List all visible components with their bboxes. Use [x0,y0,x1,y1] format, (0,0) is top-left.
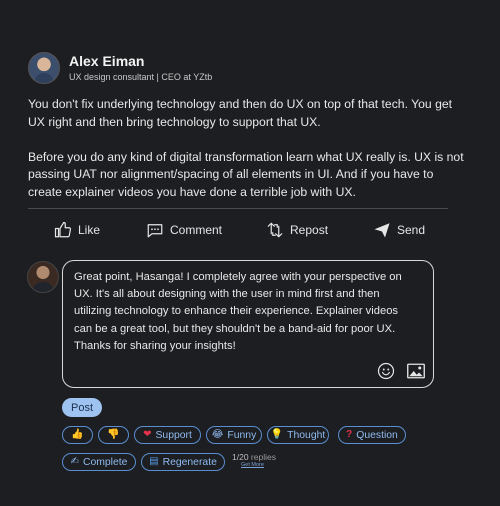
post-header: Alex Eiman UX design consultant | CEO at… [28,52,212,84]
replies-count: 1/20 [232,452,249,462]
writing-hand-icon: ✍ [70,456,79,467]
author-title: UX design consultant | CEO at YZtb [69,72,213,82]
post-button[interactable]: Post [62,398,102,417]
question-icon: ? [346,429,353,440]
user-avatar[interactable] [27,261,59,293]
thumbs-up-chip[interactable]: 👍 [62,426,93,444]
comment-label: Comment [170,223,223,237]
complete-chip[interactable]: ✍ Complete [62,453,136,471]
reply-textarea[interactable]: Great point, Hasanga! I completely agree… [62,260,434,388]
funny-label: Funny [227,429,257,441]
get-more-link[interactable]: Get More [241,462,264,468]
send-label: Send [397,223,426,237]
emoji-icon[interactable] [377,362,395,380]
thought-chip[interactable]: 💡 Thought [267,426,329,444]
post-actions: Like Comment Repost Send [28,216,448,244]
image-icon[interactable] [407,363,425,379]
thumbs-down-chip[interactable]: 👎 [98,426,129,444]
comment-button[interactable]: Comment [146,216,222,244]
replies-counter: 1/20 replies [232,452,276,462]
like-button[interactable]: Like [54,216,100,244]
like-label: Like [78,223,101,237]
repost-label: Repost [290,223,329,237]
send-icon [374,223,390,238]
thumbs-up-icon [54,221,72,238]
comment-icon [147,224,163,238]
repost-button[interactable]: Repost [266,216,328,244]
regenerate-icon: ▤ [149,456,159,467]
replies-label: replies [250,452,276,462]
author-name[interactable]: Alex Eiman [69,53,212,70]
author-avatar[interactable] [28,52,60,84]
thought-label: Thought [287,429,326,441]
post-paragraph: Before you do any kind of digital transf… [28,149,464,199]
lightbulb-icon: 💡 [270,429,284,440]
heart-icon: ❤ [143,429,152,440]
post-paragraph: You don't fix underlying technology and … [28,97,453,129]
reply-text[interactable]: Great point, Hasanga! I completely agree… [74,269,419,355]
thumbs-up-icon: 👍 [71,429,84,440]
regenerate-chip[interactable]: ▤ Regenerate [141,453,225,471]
divider [28,208,448,209]
author-info: Alex Eiman UX design consultant | CEO at… [69,53,212,83]
question-label: Question [356,429,398,441]
post-body: You don't fix underlying technology and … [28,96,468,201]
question-chip[interactable]: ? Question [338,426,406,444]
laughing-icon: 😂 [211,429,224,440]
support-label: Support [155,429,192,441]
complete-label: Complete [82,456,128,468]
regenerate-label: Regenerate [162,456,217,468]
thumbs-down-icon: 👎 [107,429,120,440]
send-button[interactable]: Send [373,216,425,244]
support-chip[interactable]: ❤ Support [134,426,201,444]
funny-chip[interactable]: 😂 Funny [206,426,262,444]
repost-icon [267,222,283,238]
